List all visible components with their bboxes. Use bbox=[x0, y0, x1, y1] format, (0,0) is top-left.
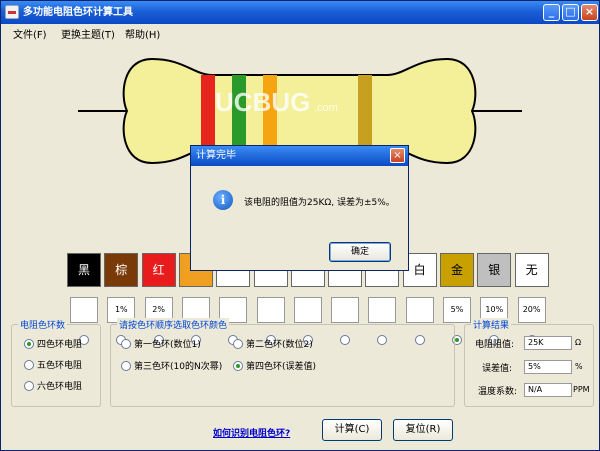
dialog-message: 该电阻的阻值为25KΩ, 误差为±5%。 bbox=[244, 198, 395, 208]
band-count-option[interactable]: 六色环电阻 bbox=[24, 379, 82, 392]
help-link[interactable]: 如何识别电阻色环? bbox=[213, 426, 290, 439]
band-select-title: 请按色环顺序选取色环颜色 bbox=[117, 318, 230, 331]
band-select-option[interactable]: 第二色环(数位2) bbox=[233, 337, 313, 350]
main-window: 多功能电阻色环计算工具 _ □ × 文件(F) 更换主题(T) 帮助(H) UC… bbox=[0, 0, 600, 451]
app-icon bbox=[5, 5, 19, 19]
band-select-option[interactable]: 第一色环(数位1) bbox=[121, 337, 201, 350]
tolerance-box: 20% bbox=[517, 297, 546, 323]
band-count-option[interactable]: 五色环电阻 bbox=[24, 358, 82, 371]
tolerance-unit: % bbox=[575, 362, 583, 371]
color-swatch[interactable]: 黑 bbox=[67, 253, 101, 287]
color-band-4 bbox=[358, 75, 372, 147]
tolerance-box: 5% bbox=[443, 297, 471, 323]
reset-button[interactable]: 复位(R) bbox=[393, 419, 453, 441]
title-bar[interactable]: 多功能电阻色环计算工具 _ □ × bbox=[1, 1, 599, 24]
color-swatch[interactable]: 红 bbox=[141, 253, 176, 287]
tolerance-box bbox=[331, 297, 360, 323]
band-select-group: 请按色环顺序选取色环颜色 第一色环(数位1) 第二色环(数位2) 第三色环(10的N… bbox=[110, 318, 455, 407]
window-title: 多功能电阻色环计算工具 bbox=[23, 7, 133, 18]
tempco-label: 温度系数: bbox=[478, 387, 518, 397]
radio-button[interactable] bbox=[233, 361, 243, 371]
radio-button[interactable] bbox=[233, 339, 243, 349]
option-label: 第三色环(10的N次幂) bbox=[134, 362, 223, 372]
radio-button[interactable] bbox=[24, 339, 34, 349]
info-icon: i bbox=[213, 190, 233, 210]
result-group: 计算结果 电阻阻值: 25K Ω 误差值: 5% % 温度系数: N/A PPM bbox=[464, 318, 594, 407]
resistance-unit: Ω bbox=[575, 338, 582, 347]
dialog-ok-button[interactable]: 确定 bbox=[329, 242, 391, 262]
option-label: 五色环电阻 bbox=[37, 361, 83, 371]
menu-theme[interactable]: 更换主题(T) bbox=[61, 26, 115, 41]
option-label: 第一色环(数位1) bbox=[134, 340, 201, 350]
tolerance-box bbox=[293, 297, 322, 323]
radio-button[interactable] bbox=[121, 361, 131, 371]
radio-button[interactable] bbox=[24, 360, 34, 370]
menu-bar: 文件(F) 更换主题(T) 帮助(H) bbox=[1, 24, 599, 41]
maximize-button[interactable]: □ bbox=[562, 4, 579, 21]
tolerance-value: 5% bbox=[524, 360, 572, 374]
menu-file[interactable]: 文件(F) bbox=[13, 26, 47, 41]
band-count-option[interactable]: 四色环电阻 bbox=[24, 337, 82, 350]
result-title: 计算结果 bbox=[471, 318, 512, 331]
tolerance-label: 误差值: bbox=[482, 364, 513, 374]
result-dialog: 计算完毕 × i 该电阻的阻值为25KΩ, 误差为±5%。 确定 bbox=[190, 145, 409, 271]
option-label: 第二色环(数位2) bbox=[246, 340, 313, 350]
band-count-title: 电阻色环数 bbox=[18, 318, 68, 331]
color-band-1 bbox=[201, 75, 215, 147]
tempco-value: N/A bbox=[524, 383, 572, 397]
tolerance-box bbox=[368, 297, 397, 323]
tolerance-box bbox=[70, 297, 98, 323]
tolerance-box bbox=[405, 297, 434, 323]
tolerance-box bbox=[256, 297, 285, 323]
band-select-option[interactable]: 第三色环(10的N次幂) bbox=[121, 359, 222, 372]
watermark-suffix: .com bbox=[314, 102, 338, 114]
band-select-option[interactable]: 第四色环(误差值) bbox=[233, 359, 316, 372]
option-label: 第四色环(误差值) bbox=[246, 362, 317, 372]
color-swatch[interactable]: 银 bbox=[477, 253, 512, 287]
resistance-label: 电阻阻值: bbox=[475, 340, 515, 350]
menu-help[interactable]: 帮助(H) bbox=[125, 26, 160, 41]
watermark-brand: UCBUG bbox=[215, 87, 310, 117]
minimize-button[interactable]: _ bbox=[543, 4, 560, 21]
color-swatch[interactable]: 棕 bbox=[104, 253, 139, 287]
color-swatch[interactable]: 无 bbox=[514, 253, 549, 287]
dialog-title: 计算完毕 bbox=[196, 150, 236, 161]
resistance-value: 25K bbox=[524, 336, 572, 350]
dialog-title-bar[interactable]: 计算完毕 × bbox=[191, 146, 408, 166]
color-swatch[interactable]: 金 bbox=[440, 253, 474, 287]
option-label: 六色环电阻 bbox=[37, 382, 83, 392]
dialog-close-button[interactable]: × bbox=[390, 148, 405, 163]
radio-button[interactable] bbox=[121, 339, 131, 349]
calculate-button[interactable]: 计算(C) bbox=[322, 419, 382, 441]
tempco-unit: PPM bbox=[573, 385, 590, 394]
radio-button[interactable] bbox=[24, 381, 34, 391]
option-label: 四色环电阻 bbox=[37, 340, 83, 350]
close-button[interactable]: × bbox=[581, 4, 598, 21]
band-count-group: 电阻色环数 四色环电阻五色环电阻六色环电阻 bbox=[11, 318, 101, 407]
